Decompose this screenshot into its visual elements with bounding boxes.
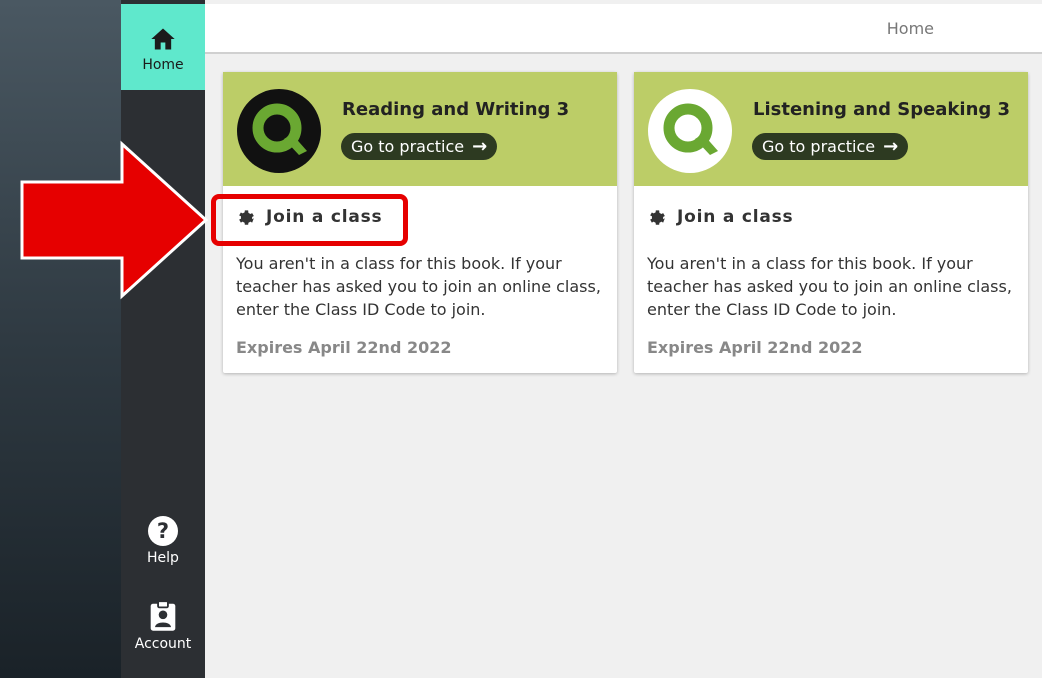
expiry-date: Expires April 22nd 2022	[647, 338, 863, 357]
home-icon	[151, 28, 175, 50]
sidebar-item-label: Account	[134, 636, 192, 652]
expiry-date: Expires April 22nd 2022	[236, 338, 452, 357]
card-header: Reading and Writing 3 Go to practice →	[223, 72, 617, 186]
main-content: Home Reading and Writing 3 Go to practic…	[205, 0, 1042, 678]
sidebar-item-help[interactable]: ? Help	[121, 512, 205, 580]
highlight-box	[211, 194, 408, 246]
card-header: Listening and Speaking 3 Go to practice …	[634, 72, 1028, 186]
book-title: Reading and Writing 3	[342, 99, 570, 120]
background-panel	[0, 0, 121, 678]
pointer-arrow	[20, 140, 209, 300]
class-status-text: You aren't in a class for this book. If …	[647, 254, 1012, 319]
join-class-label: Join a class	[677, 207, 794, 227]
arrow-right-icon: →	[472, 136, 488, 157]
q-logo-icon	[237, 89, 321, 173]
top-bar: Home	[205, 4, 1042, 54]
arrow-right-icon: →	[883, 136, 899, 157]
go-to-practice-button[interactable]: Go to practice →	[752, 133, 909, 160]
sidebar: Home ? Help Account	[121, 0, 205, 678]
q-logo-icon	[648, 89, 732, 173]
account-icon	[150, 600, 176, 631]
sidebar-item-label: Help	[147, 550, 179, 566]
gear-icon	[650, 210, 665, 225]
join-class-link[interactable]: Join a class	[647, 207, 793, 227]
help-icon: ?	[148, 516, 178, 546]
page-title: Home	[886, 19, 934, 38]
book-card: Listening and Speaking 3 Go to practice …	[634, 72, 1028, 373]
class-status-text: You aren't in a class for this book. If …	[236, 254, 601, 319]
sidebar-item-label: Home	[142, 57, 184, 73]
book-title: Listening and Speaking 3	[753, 99, 1011, 120]
practice-label: Go to practice	[762, 137, 876, 156]
practice-label: Go to practice	[351, 137, 465, 156]
sidebar-item-account[interactable]: Account	[121, 596, 205, 672]
sidebar-item-home[interactable]: Home	[121, 4, 205, 90]
go-to-practice-button[interactable]: Go to practice →	[341, 133, 498, 160]
